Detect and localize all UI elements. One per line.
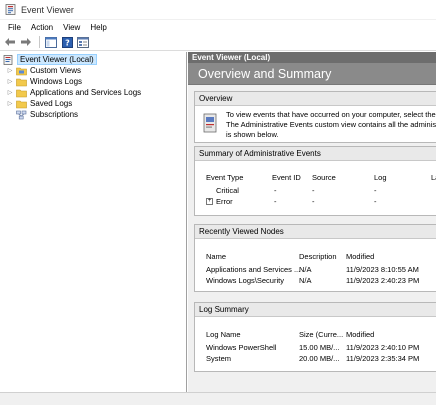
log-summary-section: Log Summary Log Name Size (Curre... Modi… [194, 302, 436, 372]
log-size: 15.00 MB/... [299, 343, 340, 352]
event-type-critical: Critical [216, 186, 239, 195]
pane-header: Event Viewer (Local) [188, 52, 436, 63]
back-arrow-icon[interactable] [3, 35, 17, 49]
custom-views-folder-icon [16, 66, 27, 76]
log-name: Windows PowerShell [206, 343, 277, 352]
chevron-right-icon[interactable]: ▷ [6, 89, 14, 96]
tree-item-event-viewer-local[interactable]: Event Viewer (Local) [0, 54, 186, 65]
tree-item-windows-logs[interactable]: ▷ Windows Logs [0, 76, 186, 87]
log-summary-header[interactable]: Log Summary [195, 303, 436, 317]
overview-icon [203, 113, 217, 135]
node-modified: 11/9/2023 8:10:55 AM [346, 265, 419, 274]
column-header-modified[interactable]: Modified [346, 330, 374, 339]
menu-bar: File Action View Help [0, 20, 436, 34]
log-name: System [206, 354, 232, 363]
menu-file[interactable]: File [4, 23, 25, 32]
chevron-right-icon[interactable]: ▷ [6, 67, 14, 74]
chevron-right-icon[interactable]: ▷ [6, 78, 14, 85]
admin-events-header[interactable]: Summary of Administrative Events [195, 147, 436, 161]
svg-text:?: ? [65, 38, 70, 47]
column-header-last[interactable]: La [431, 173, 436, 182]
tree-item-label: Saved Logs [30, 99, 73, 108]
node-name: Windows Logs\Security [206, 276, 284, 285]
tree-item-label: Custom Views [30, 66, 81, 75]
event-id-value: - [274, 197, 277, 206]
source-value: - [312, 197, 315, 206]
tree-item-label: Subscriptions [30, 110, 79, 119]
tree-item-applications-and-services-logs[interactable]: ▷ Applications and Services Logs [0, 87, 186, 98]
overview-section: Overview To view events that have occurr… [194, 91, 436, 143]
chevron-right-icon[interactable]: ▷ [6, 100, 14, 107]
admin-events-section: Summary of Administrative Events Event T… [194, 146, 436, 216]
overview-text-line-1: To view events that have occurred on you… [226, 110, 436, 119]
help-icon[interactable]: ? [60, 35, 74, 49]
recent-nodes-header[interactable]: Recently Viewed Nodes [195, 225, 436, 239]
tree-item-label: Event Viewer (Local) [17, 54, 97, 65]
toolbar-separator [39, 36, 40, 48]
show-hide-console-tree-icon[interactable] [44, 35, 58, 49]
node-description: N/A [299, 276, 312, 285]
window-title: Event Viewer [21, 4, 74, 15]
event-viewer-icon [5, 4, 16, 15]
folder-icon [16, 77, 27, 87]
menu-view[interactable]: View [59, 23, 84, 32]
overview-header[interactable]: Overview [195, 92, 436, 106]
column-header-log[interactable]: Log [374, 173, 387, 182]
title-bar: Event Viewer [0, 0, 436, 20]
properties-icon[interactable] [76, 35, 90, 49]
content-pane: Event Viewer (Local) Overview and Summar… [188, 52, 436, 392]
column-header-event-id[interactable]: Event ID [272, 173, 301, 182]
forward-arrow-icon[interactable] [19, 35, 33, 49]
menu-action[interactable]: Action [27, 23, 57, 32]
log-value: - [374, 186, 377, 195]
overview-banner: Overview and Summary [188, 63, 436, 85]
tree-item-custom-views[interactable]: ▷ Custom Views [0, 65, 186, 76]
event-viewer-icon [3, 54, 14, 65]
log-size: 20.00 MB/... [299, 354, 340, 363]
menu-help[interactable]: Help [86, 23, 110, 32]
log-modified: 11/9/2023 2:40:10 PM [346, 343, 420, 352]
expand-plus-icon[interactable]: + [206, 198, 213, 205]
log-modified: 11/9/2023 2:35:34 PM [346, 354, 420, 363]
tree-item-subscriptions[interactable]: Subscriptions [0, 109, 186, 120]
toolbar: ? [0, 34, 436, 51]
folder-icon [16, 99, 27, 109]
subscriptions-icon [16, 110, 27, 120]
overview-text-line-2: The Administrative Events custom view co… [226, 120, 436, 129]
column-header-log-name[interactable]: Log Name [206, 330, 241, 339]
node-name: Applications and Services ... [206, 265, 301, 274]
node-modified: 11/9/2023 2:40:23 PM [346, 276, 420, 285]
column-header-description[interactable]: Description [299, 252, 337, 261]
folder-icon [16, 88, 27, 98]
column-header-event-type[interactable]: Event Type [206, 173, 243, 182]
column-header-size[interactable]: Size (Curre... [299, 330, 343, 339]
column-header-name[interactable]: Name [206, 252, 226, 261]
source-value: - [312, 186, 315, 195]
tree-item-label: Windows Logs [30, 77, 83, 86]
tree-item-label: Applications and Services Logs [30, 88, 142, 97]
overview-text-line-3: is shown below. [226, 130, 279, 139]
log-value: - [374, 197, 377, 206]
recent-nodes-section: Recently Viewed Nodes Name Description M… [194, 224, 436, 292]
event-id-value: - [274, 186, 277, 195]
node-description: N/A [299, 265, 312, 274]
status-bar [0, 392, 436, 405]
tree-item-saved-logs[interactable]: ▷ Saved Logs [0, 98, 186, 109]
column-header-modified[interactable]: Modified [346, 252, 374, 261]
console-tree: Event Viewer (Local) ▷ Custom Views ▷ Wi… [0, 52, 187, 392]
event-type-error: Error [216, 197, 233, 206]
column-header-source[interactable]: Source [312, 173, 336, 182]
